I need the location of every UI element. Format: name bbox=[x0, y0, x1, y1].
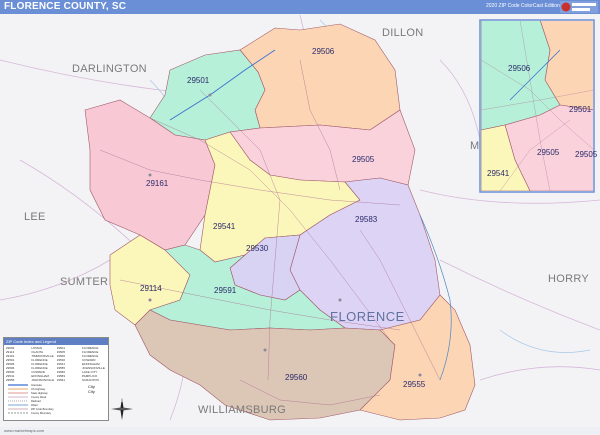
inset-map[interactable]: 29506 29501 29505 29505 29541 bbox=[479, 19, 598, 193]
legend-index-table: 29069 HYMAN 29501 FLORENCE 29114 OLANTA 29505 F… bbox=[4, 345, 108, 383]
compass-rose-icon: N bbox=[111, 398, 133, 420]
city-label-florence: FLORENCE bbox=[330, 309, 405, 324]
legend-line-label-zip-boundary: ZIP Code Boundary bbox=[31, 407, 54, 411]
legend-line-label-us-highway: US Highway bbox=[31, 387, 46, 391]
county-label-sumter: SUMTER bbox=[60, 276, 108, 288]
zip-label-29505: 29505 bbox=[352, 155, 375, 164]
inset-zip-label-29506-b: 29501 bbox=[569, 105, 592, 114]
zip-label-29591: 29591 bbox=[214, 286, 237, 295]
zip-label-29583: 29583 bbox=[355, 215, 378, 224]
legend-line-label-interstate: Interstate bbox=[31, 383, 42, 387]
county-label-williamsburg: WILLIAMSBURG bbox=[198, 404, 286, 416]
legend-panel: ZIP Code Index and Legend 29069 HYMAN 2950… bbox=[3, 337, 109, 421]
county-label-horry: HORRY bbox=[548, 273, 589, 285]
zip-label-29161: 29161 bbox=[146, 179, 169, 188]
legend-line-label-state-highway: State Highway bbox=[31, 391, 48, 395]
map-frame: FLORENCE COUNTY, SC 2020 ZIP Code ColorC… bbox=[0, 0, 600, 435]
legend-header: ZIP Code Index and Legend bbox=[4, 338, 108, 345]
county-label-lee: LEE bbox=[24, 211, 46, 223]
inset-zip-label-29506-a: 29506 bbox=[508, 64, 531, 73]
zip-label-29541: 29541 bbox=[213, 222, 236, 231]
map-title: FLORENCE COUNTY, SC bbox=[4, 1, 127, 12]
legend-line-label-county-road: County Road bbox=[31, 395, 47, 399]
legend-line-label-railroad: Railroad bbox=[31, 399, 41, 403]
county-label-darlington: DARLINGTON bbox=[72, 63, 147, 75]
county-label-partial-m: M bbox=[470, 140, 479, 152]
zip-label-29555: 29555 bbox=[403, 380, 426, 389]
legend-line-label-county-boundary: County Boundary bbox=[31, 411, 52, 415]
county-label-dillon: DILLON bbox=[382, 27, 424, 39]
inset-zip-label-29505-a: 29505 bbox=[537, 148, 560, 157]
market-maps-logo bbox=[560, 1, 598, 13]
legend-line-label-water: Water bbox=[31, 403, 38, 407]
inset-zip-label-29505-b: 29505 bbox=[575, 150, 598, 159]
zip-label-29114: 29114 bbox=[140, 284, 162, 293]
title-bar: FLORENCE COUNTY, SC 2020 ZIP Code ColorC… bbox=[0, 0, 600, 14]
zip-label-29506: 29506 bbox=[312, 47, 335, 56]
zip-label-29501: 29501 bbox=[187, 76, 210, 85]
legend-city-icon-2: City bbox=[88, 389, 95, 394]
footer-strip: www.marketmaps.com bbox=[0, 427, 600, 435]
edition-label: 2020 ZIP Code ColorCast Edition bbox=[486, 3, 560, 9]
inset-zip-label-29541: 29541 bbox=[487, 169, 510, 178]
zip-label-29530: 29530 bbox=[246, 244, 269, 253]
zip-label-29560: 29560 bbox=[285, 373, 308, 382]
compass-north: N bbox=[120, 399, 122, 403]
legend-line-samples: Interstate US Highway State Highway Coun… bbox=[8, 383, 95, 415]
